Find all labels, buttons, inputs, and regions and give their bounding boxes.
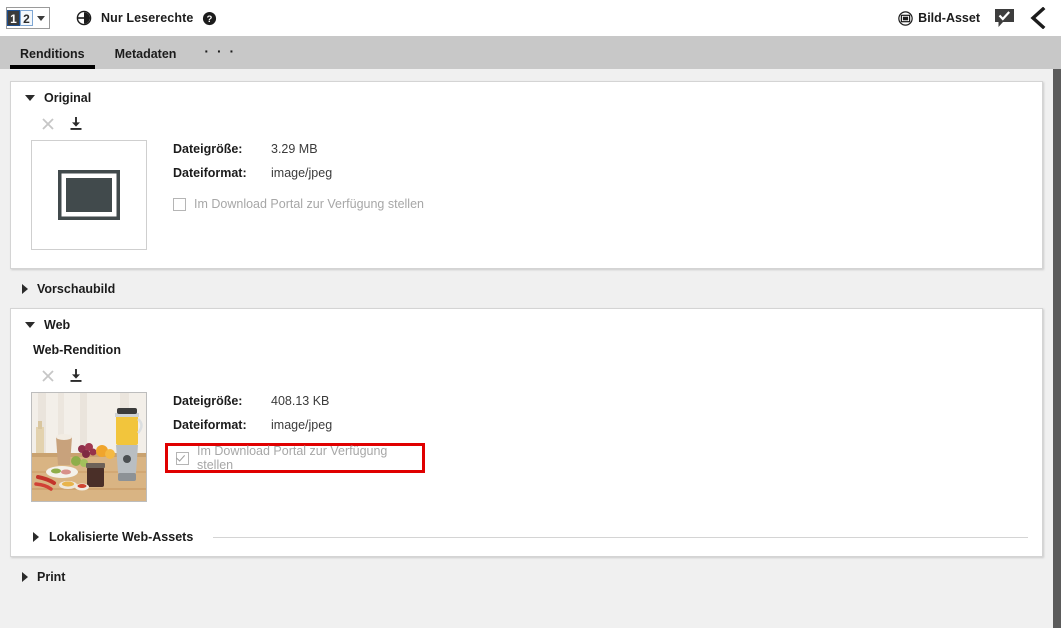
web-rendition-title: Web-Rendition xyxy=(33,343,121,357)
chevron-left-icon[interactable] xyxy=(1029,6,1047,30)
web-details: Dateigröße: 408.13 KB Dateiformat: image… xyxy=(165,392,425,502)
tab-bar: Renditions Metadaten · · · xyxy=(0,36,1061,69)
print-section-title: Print xyxy=(37,570,66,584)
version-selected-value[interactable]: 1 xyxy=(7,10,20,26)
section-divider xyxy=(213,536,1028,538)
download-portal-label: Im Download Portal zur Verfügung stellen xyxy=(197,444,388,472)
original-section-title: Original xyxy=(44,91,92,105)
original-section-card: Original Dateigröße: 3.29 MB Dateiformat… xyxy=(10,81,1043,269)
image-placeholder-icon xyxy=(56,168,122,222)
tab-overflow-button[interactable]: · · · xyxy=(196,43,244,69)
filesize-value: 408.13 KB xyxy=(271,394,330,408)
image-asset-icon xyxy=(898,10,913,26)
renditions-content-area: Original Dateigröße: 3.29 MB Dateiformat… xyxy=(0,69,1053,628)
header-right-controls: Bild-Asset xyxy=(898,6,1047,30)
triangle-right-icon[interactable] xyxy=(22,572,28,582)
fileformat-value: image/jpeg xyxy=(271,166,333,180)
original-rendition-body: Dateigröße: 3.29 MB Dateiformat: image/j… xyxy=(11,131,1042,268)
comment-approved-icon[interactable] xyxy=(994,8,1015,28)
tab-metadaten[interactable]: Metadaten xyxy=(105,47,187,69)
web-download-portal-row[interactable]: Im Download Portal zur Verfügung stellen xyxy=(165,443,425,473)
lokalisierte-web-assets-header[interactable]: Lokalisierte Web-Assets xyxy=(11,520,1042,556)
fileformat-label: Dateiformat: xyxy=(173,418,247,432)
download-portal-label: Im Download Portal zur Verfügung stellen xyxy=(194,197,424,211)
download-portal-checkbox[interactable] xyxy=(176,451,189,465)
triangle-right-icon[interactable] xyxy=(33,532,39,542)
close-x-icon[interactable] xyxy=(41,117,55,131)
asset-type-label: Bild-Asset xyxy=(918,11,980,25)
help-circle-icon[interactable]: ? xyxy=(202,11,217,26)
chevron-down-icon[interactable] xyxy=(37,15,45,21)
original-section-header[interactable]: Original xyxy=(11,82,1042,105)
web-rendition-body: Dateigröße: 408.13 KB Dateiformat: image… xyxy=(11,383,1042,520)
lokalisierte-web-assets-title: Lokalisierte Web-Assets xyxy=(49,530,194,544)
fileformat-label: Dateiformat: xyxy=(173,166,247,180)
fileformat-value: image/jpeg xyxy=(271,418,333,432)
web-section-title: Web xyxy=(44,318,71,332)
panel-right-edge xyxy=(1053,69,1061,628)
original-download-portal-row[interactable]: Im Download Portal zur Verfügung stellen xyxy=(167,191,424,217)
web-section-card: Web Web-Rendition Dateigröße: 408.13 KB … xyxy=(10,308,1043,557)
close-x-icon[interactable] xyxy=(41,369,55,383)
blender-product-photo xyxy=(32,393,146,501)
original-thumbnail[interactable] xyxy=(31,140,147,250)
version-selector[interactable]: 1 2 xyxy=(6,7,50,29)
svg-text:?: ? xyxy=(207,13,213,23)
permission-label: Nur Leserechte xyxy=(101,11,194,25)
vorschaubild-section-title: Vorschaubild xyxy=(37,282,116,296)
web-rendition-actions xyxy=(11,357,1042,383)
asset-type-indicator: Bild-Asset xyxy=(898,10,980,26)
version-alternate-value[interactable]: 2 xyxy=(20,10,33,26)
filesize-value: 3.29 MB xyxy=(271,142,318,156)
print-section-header[interactable]: Print xyxy=(0,557,1053,584)
original-details: Dateigröße: 3.29 MB Dateiformat: image/j… xyxy=(173,140,424,250)
filesize-label: Dateigröße: xyxy=(173,394,243,408)
detail-row-fileformat: Dateiformat: image/jpeg xyxy=(173,166,424,190)
triangle-right-icon[interactable] xyxy=(22,284,28,294)
detail-row-filesize: Dateigröße: 3.29 MB xyxy=(173,142,424,166)
filesize-label: Dateigröße: xyxy=(173,142,243,156)
triangle-down-icon[interactable] xyxy=(25,95,35,101)
download-icon[interactable] xyxy=(69,116,83,131)
web-section-header[interactable]: Web xyxy=(11,309,1042,332)
tab-renditions[interactable]: Renditions xyxy=(10,47,95,69)
triangle-down-icon[interactable] xyxy=(25,322,35,328)
detail-row-filesize: Dateigröße: 408.13 KB xyxy=(173,394,425,418)
detail-row-fileformat: Dateiformat: image/jpeg xyxy=(173,418,425,442)
vorschaubild-section-header[interactable]: Vorschaubild xyxy=(0,269,1053,296)
original-rendition-actions xyxy=(11,105,1042,131)
top-header-bar: 1 2 Nur Leserechte ? Bild-Asset xyxy=(0,0,1061,36)
permission-lock-icon xyxy=(76,10,92,26)
download-portal-checkbox[interactable] xyxy=(173,197,186,211)
web-thumbnail[interactable] xyxy=(31,392,147,502)
permission-indicator: Nur Leserechte ? xyxy=(76,10,217,26)
download-icon[interactable] xyxy=(69,368,83,383)
